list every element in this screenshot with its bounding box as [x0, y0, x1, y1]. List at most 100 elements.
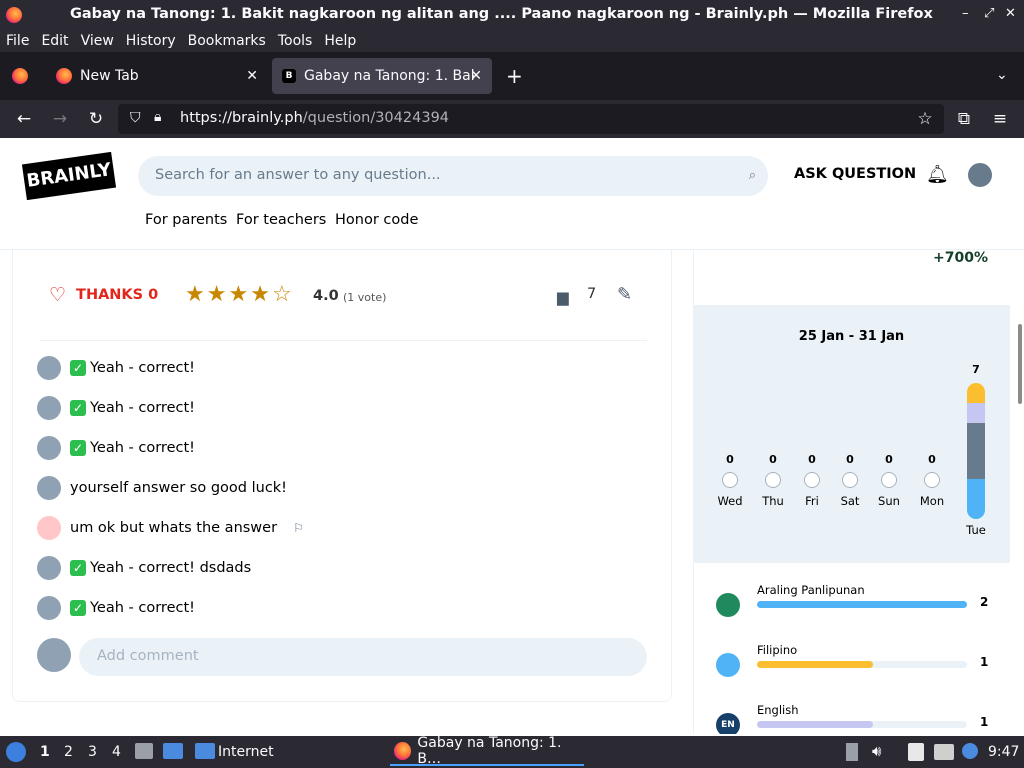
- tab-new-tab[interactable]: New Tab ✕: [46, 58, 268, 94]
- comment-item: ✓ Yeah - correct!: [37, 436, 195, 460]
- day-column-fri: 0 Fri: [795, 453, 829, 508]
- firefox-icon: [6, 7, 22, 23]
- workspace-4[interactable]: 4: [112, 744, 121, 760]
- comment-text: um ok but whats the answer: [70, 520, 278, 536]
- taskbar-window-firefox[interactable]: Gabay na Tanong: 1. B…: [390, 735, 584, 767]
- day-column-mon: 0 Mon: [915, 453, 949, 508]
- forward-arrow-icon[interactable]: →: [49, 108, 71, 130]
- minimize-button[interactable]: –: [962, 6, 969, 21]
- subject-count: 2: [980, 595, 989, 609]
- day-count: 0: [769, 453, 777, 466]
- check-mark-icon: ✓: [70, 360, 86, 376]
- avatar[interactable]: [37, 476, 61, 500]
- close-tab-icon[interactable]: ✕: [470, 68, 482, 84]
- rating-stars[interactable]: ★ ★ ★ ★ ☆: [185, 282, 294, 307]
- bookmark-star-icon[interactable]: ☆: [914, 108, 936, 130]
- menu-history[interactable]: History: [126, 33, 176, 49]
- scrollbar[interactable]: [1018, 324, 1022, 404]
- bell-icon[interactable]: 🔔︎: [926, 164, 949, 185]
- menu-edit[interactable]: Edit: [41, 33, 68, 49]
- add-comment-placeholder: Add comment: [97, 648, 199, 664]
- day-dot: [842, 472, 858, 488]
- internet-launcher[interactable]: Internet: [218, 744, 274, 760]
- app-menu-icon[interactable]: ≡: [989, 108, 1011, 130]
- start-menu-icon[interactable]: [6, 742, 26, 762]
- avatar[interactable]: [37, 516, 61, 540]
- ask-question-button[interactable]: ASK QUESTION: [794, 166, 916, 182]
- comment-text: Yeah - correct!: [90, 400, 195, 416]
- list-tabs-chevron-icon[interactable]: ⌄: [996, 67, 1008, 83]
- star-filled-icon[interactable]: ★: [228, 282, 248, 307]
- workspace-1[interactable]: 1: [40, 744, 50, 760]
- star-filled-icon[interactable]: ★: [250, 282, 270, 307]
- avatar[interactable]: [37, 356, 61, 380]
- shield-icon[interactable]: ⛉: [130, 110, 141, 126]
- clipboard-icon[interactable]: [908, 743, 924, 761]
- star-empty-icon[interactable]: ☆: [272, 282, 292, 307]
- avatar[interactable]: [37, 436, 61, 460]
- nav-for-teachers[interactable]: For teachers: [236, 212, 326, 228]
- subjects-panel: Araling Panlipunan 2 Filipino 1 EN English 1: [693, 563, 1010, 734]
- url-text[interactable]: https://brainly.ph/question/30424394: [180, 110, 449, 126]
- files-icon[interactable]: [135, 743, 153, 759]
- avatar[interactable]: [37, 396, 61, 420]
- address-bar[interactable]: ⛉ 🔒︎ https://brainly.ph/question/3042439…: [118, 104, 944, 134]
- menu-help[interactable]: Help: [324, 33, 356, 49]
- brainly-logo[interactable]: BRAINLY: [21, 151, 117, 201]
- day-dot: [924, 472, 940, 488]
- network-icon[interactable]: [934, 744, 954, 760]
- maximize-button[interactable]: ⤢: [984, 6, 994, 21]
- menu-tools[interactable]: Tools: [278, 33, 313, 49]
- reload-icon[interactable]: ↻: [85, 108, 107, 130]
- workspace-3[interactable]: 3: [88, 744, 97, 760]
- avatar[interactable]: [37, 556, 61, 580]
- avatar[interactable]: [37, 596, 61, 620]
- lock-icon[interactable]: 🔒︎: [154, 109, 161, 125]
- search-input[interactable]: Search for an answer to any question... …: [138, 156, 768, 196]
- subject-item[interactable]: EN English 1: [716, 703, 998, 734]
- answer-card: ♡ THANKS 0 ★ ★ ★ ★ ☆ 4.0 (1 vote) ▆ 7 ✎ ✓ Yea…: [12, 250, 672, 702]
- check-mark-icon: ✓: [70, 440, 86, 456]
- comment-item: ✓ Yeah - correct! dsdads: [37, 556, 251, 580]
- search-icon[interactable]: ⌕: [749, 168, 756, 183]
- nav-honor-code[interactable]: Honor code: [335, 212, 418, 228]
- bar-segment: [967, 423, 985, 479]
- taskbar-window-label: Gabay na Tanong: 1. B…: [417, 735, 562, 767]
- back-arrow-icon[interactable]: ←: [13, 108, 35, 130]
- new-tab-button[interactable]: +: [506, 64, 523, 88]
- comments-icon[interactable]: ▆: [557, 288, 569, 306]
- avatar[interactable]: [968, 163, 992, 187]
- menu-bookmarks[interactable]: Bookmarks: [188, 33, 266, 49]
- nav-for-parents[interactable]: For parents: [145, 212, 227, 228]
- folder-icon[interactable]: [195, 743, 215, 759]
- menu-file[interactable]: File: [6, 33, 29, 49]
- add-comment-input[interactable]: Add comment: [79, 638, 647, 676]
- volume-icon[interactable]: 🔊︎: [872, 742, 881, 760]
- desktop-icon[interactable]: [163, 743, 183, 759]
- taskbar: 1 2 3 4 Internet Gabay na Tanong: 1. B… …: [0, 735, 1024, 768]
- edit-pencil-icon[interactable]: ✎: [617, 284, 632, 305]
- subject-item[interactable]: Filipino 1: [716, 643, 998, 683]
- star-filled-icon[interactable]: ★: [207, 282, 227, 307]
- battery-icon[interactable]: [846, 743, 858, 761]
- workspace-2[interactable]: 2: [64, 744, 73, 760]
- close-tab-icon[interactable]: ✕: [246, 68, 258, 84]
- close-window-button[interactable]: ✕: [1005, 6, 1016, 21]
- comment-text: Yeah - correct!: [90, 600, 195, 616]
- extensions-icon[interactable]: ⧉: [953, 108, 975, 130]
- report-flag-icon[interactable]: ⚐: [293, 521, 304, 535]
- star-filled-icon[interactable]: ★: [185, 282, 205, 307]
- check-mark-icon: ✓: [70, 400, 86, 416]
- bar-segment: [967, 479, 985, 519]
- subject-progress-track: [757, 721, 967, 728]
- tab-brainly[interactable]: B Gabay na Tanong: 1. Bak ✕: [272, 58, 492, 94]
- firefox-view-icon[interactable]: [12, 68, 28, 84]
- menu-view[interactable]: View: [81, 33, 114, 49]
- updates-icon[interactable]: [962, 743, 978, 759]
- comment-text: Yeah - correct! dsdads: [90, 560, 252, 576]
- avatar: [37, 638, 71, 672]
- subject-item[interactable]: Araling Panlipunan 2: [716, 583, 998, 623]
- bar-segment: [967, 383, 985, 403]
- thanks-button[interactable]: ♡ THANKS 0: [49, 284, 158, 306]
- day-column-sun: 0 Sun: [872, 453, 906, 508]
